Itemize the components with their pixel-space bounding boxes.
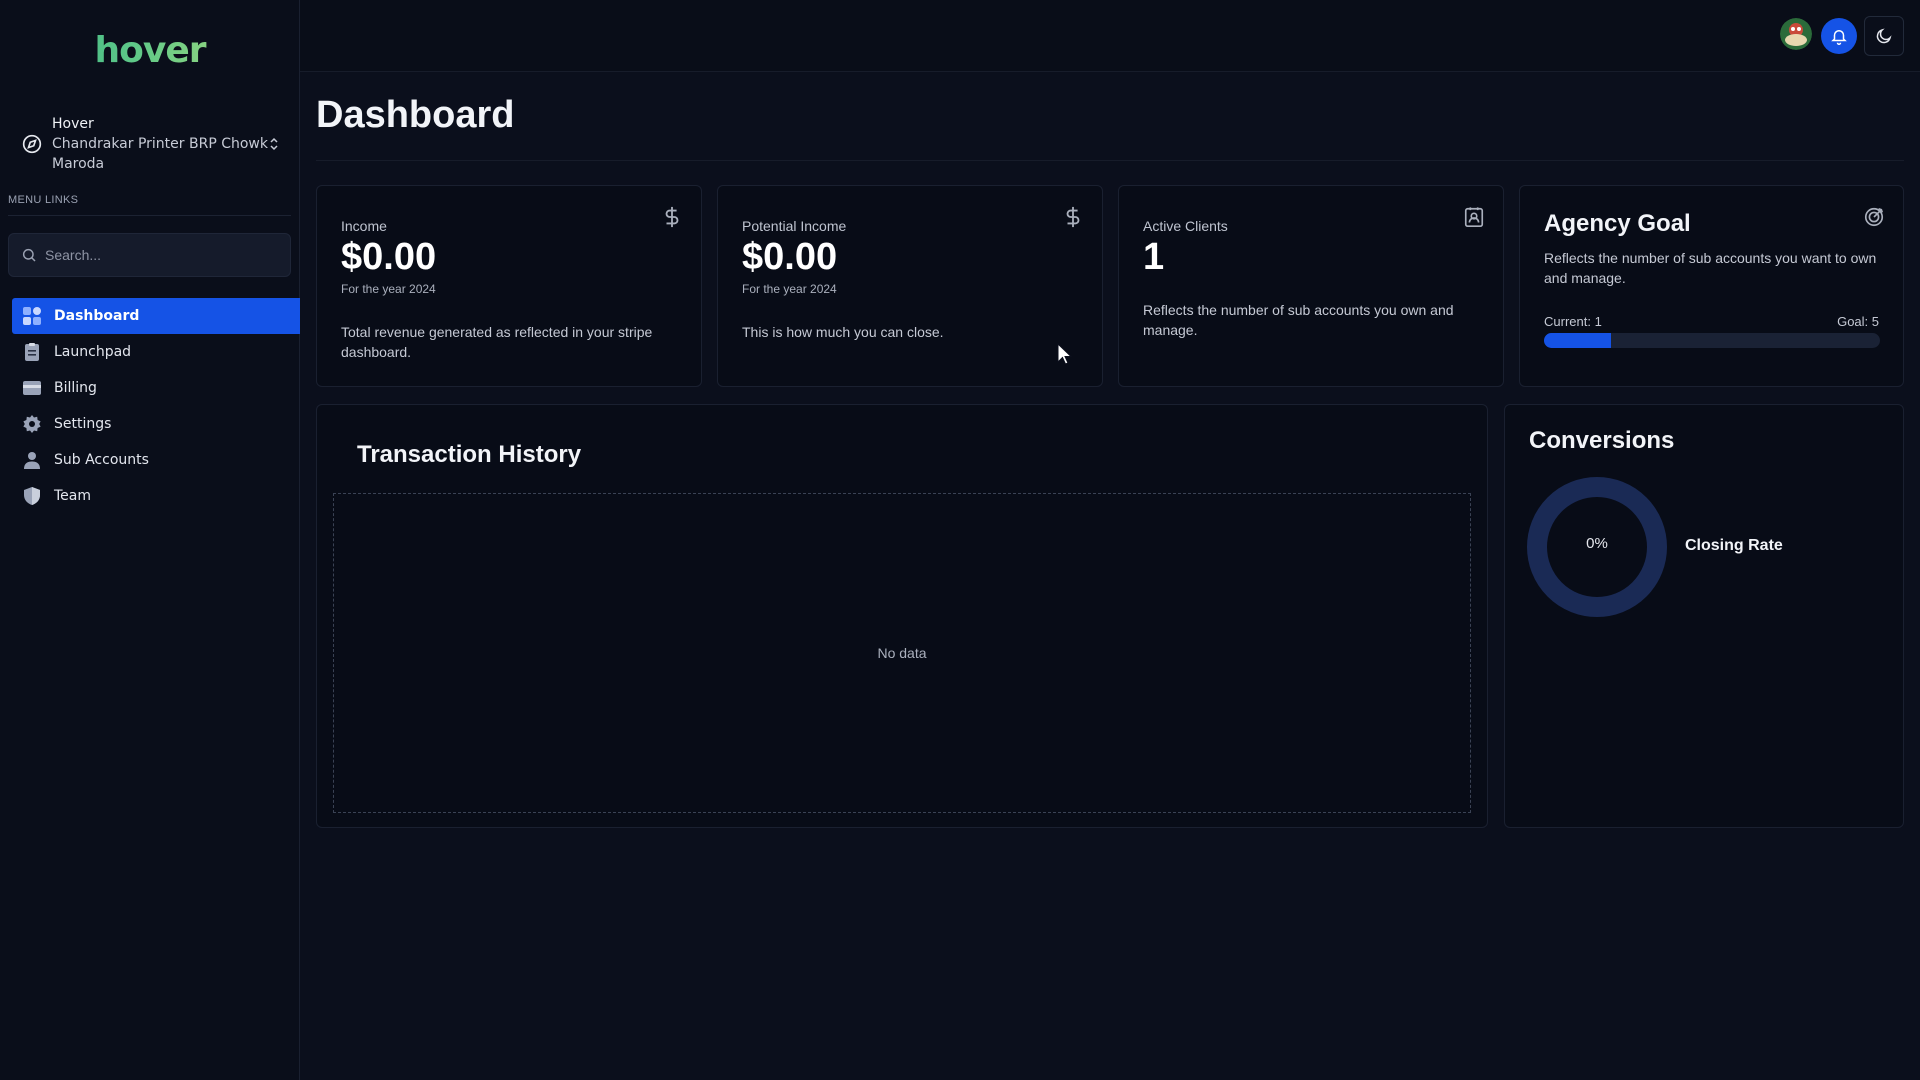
agency-goal-title: Agency Goal [1544, 210, 1691, 237]
dashboard-icon [23, 307, 41, 325]
title-divider [316, 160, 1904, 161]
sidebar-item-label: Billing [54, 380, 97, 396]
transaction-history-card: Transaction History No data [316, 404, 1488, 828]
no-data-text: No data [877, 645, 927, 661]
sidebar-item-team[interactable]: Team [12, 478, 300, 514]
conversions-card: Conversions 0% Closing Rate [1504, 404, 1904, 828]
compass-icon [22, 134, 42, 154]
sidebar-nav: Dashboard Launchpad Billing Settings Sub… [12, 298, 300, 514]
card-label: Income [341, 218, 387, 234]
closing-rate-value: 0% [1586, 535, 1608, 552]
goal-target-label: Goal: 5 [1837, 314, 1879, 329]
notifications-button[interactable] [1821, 18, 1857, 54]
target-icon [1864, 207, 1884, 227]
account-info: Hover Chandrakar Printer BRP Chowk Marod… [52, 114, 268, 174]
person-icon [24, 452, 40, 469]
bell-icon [1831, 30, 1847, 45]
dollar-icon [1066, 206, 1080, 228]
sidebar-item-label: Team [54, 488, 92, 504]
sidebar-item-label: Settings [54, 416, 112, 432]
account-address: Chandrakar Printer BRP Chowk Maroda [52, 136, 268, 172]
top-bar [300, 0, 1920, 72]
transaction-history-title: Transaction History [357, 441, 582, 468]
search-icon [22, 248, 36, 262]
card-label: Active Clients [1143, 218, 1228, 234]
transaction-chart-area: No data [333, 493, 1471, 813]
agency-goal-card: Agency Goal Reflects the number of sub a… [1519, 185, 1904, 387]
potential-income-value: $0.00 [742, 236, 838, 278]
sidebar-item-label: Dashboard [54, 308, 140, 324]
card-label: Potential Income [742, 218, 847, 234]
account-name: Hover [52, 116, 94, 132]
theme-toggle-button[interactable] [1864, 16, 1904, 56]
card-description: Total revenue generated as reflected in … [341, 324, 653, 360]
credit-card-icon [23, 381, 41, 395]
sidebar-item-dashboard[interactable]: Dashboard [12, 298, 300, 334]
potential-income-card: Potential Income $0.00 For the year 2024… [717, 185, 1103, 387]
goal-progress-fill [1544, 333, 1612, 348]
app-logo[interactable]: hover [0, 30, 300, 71]
chevron-up-down-icon [270, 137, 278, 151]
income-card: Income $0.00 For the year 2024 Total rev… [316, 185, 702, 387]
income-value: $0.00 [341, 236, 437, 278]
sidebar-item-settings[interactable]: Settings [12, 406, 300, 442]
sidebar-search[interactable] [8, 233, 291, 277]
page-title: Dashboard [316, 94, 515, 136]
sidebar-item-sub-accounts[interactable]: Sub Accounts [12, 442, 300, 478]
contact-icon [1464, 207, 1484, 227]
agency-goal-description: Reflects the number of sub accounts you … [1544, 250, 1877, 286]
mouse-cursor-icon [1057, 342, 1073, 365]
active-clients-value: 1 [1143, 236, 1165, 278]
card-subtitle: For the year 2024 [341, 282, 436, 296]
sidebar-item-billing[interactable]: Billing [12, 370, 300, 406]
card-description: This is how much you can close. [742, 324, 944, 340]
clipboard-icon [25, 343, 39, 361]
shield-icon [24, 487, 40, 505]
account-switcher[interactable]: Hover Chandrakar Printer BRP Chowk Marod… [22, 114, 280, 174]
gear-icon [23, 415, 41, 433]
closing-rate-label: Closing Rate [1685, 537, 1783, 554]
sidebar-item-label: Sub Accounts [54, 452, 149, 468]
active-clients-card: Active Clients 1 Reflects the number of … [1118, 185, 1504, 387]
user-avatar[interactable] [1780, 18, 1812, 50]
card-subtitle: For the year 2024 [742, 282, 837, 296]
sidebar-item-launchpad[interactable]: Launchpad [12, 334, 300, 370]
goal-progress-bar [1544, 333, 1880, 348]
moon-icon [1876, 28, 1892, 44]
menu-divider [8, 215, 291, 216]
dollar-icon [665, 206, 679, 228]
card-description: Reflects the number of sub accounts you … [1143, 302, 1454, 338]
sidebar-item-label: Launchpad [54, 344, 132, 360]
avatar-image [1780, 18, 1812, 50]
sidebar: hover Hover Chandrakar Printer BRP Chowk… [0, 0, 300, 1080]
search-input[interactable] [45, 247, 285, 263]
menu-links-label: MENU LINKS [8, 194, 79, 206]
conversions-title: Conversions [1529, 427, 1675, 454]
goal-current-label: Current: 1 [1544, 314, 1602, 329]
